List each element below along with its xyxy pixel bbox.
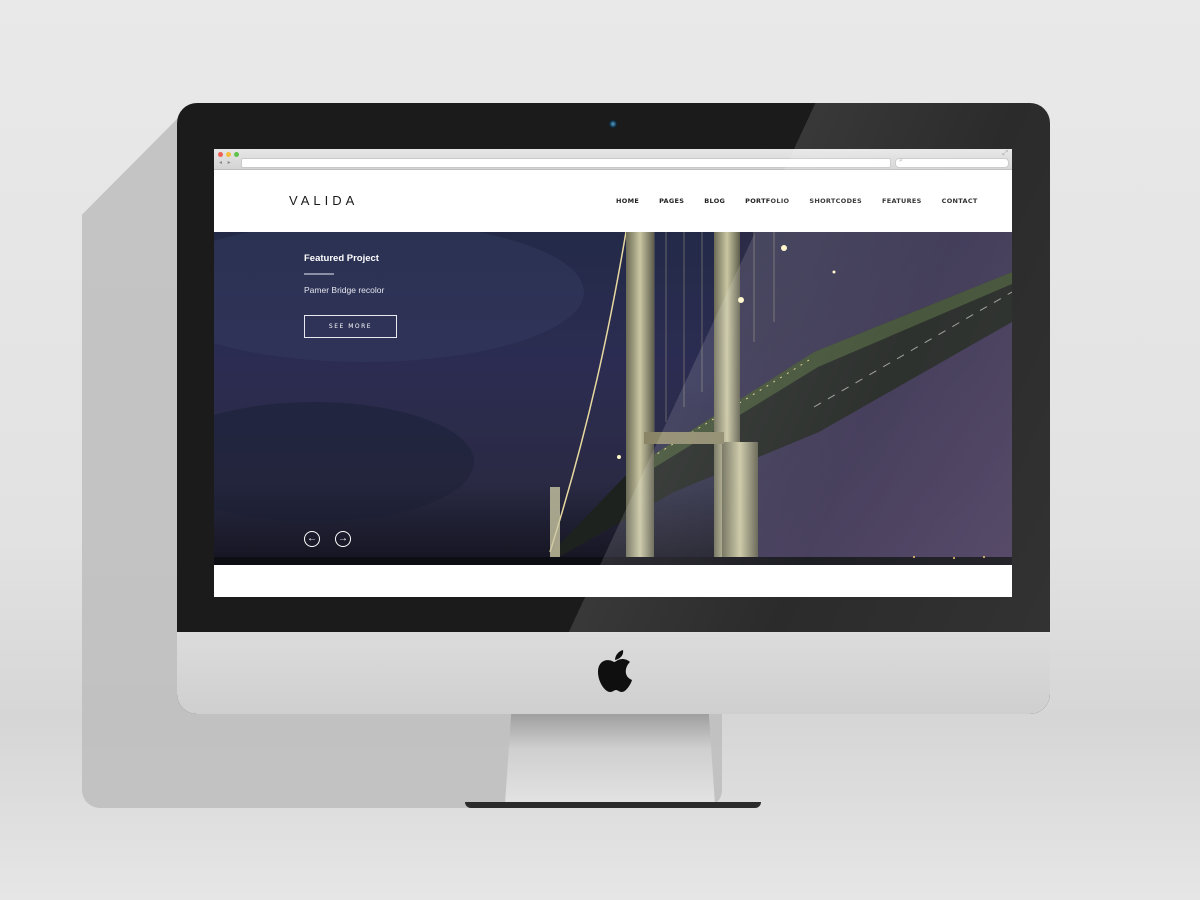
nav-item-portfolio[interactable]: PORTFOLIO: [745, 197, 789, 205]
search-icon: ⌕: [899, 157, 903, 164]
monitor-stand: [505, 712, 715, 804]
browser-toolbar: ◂ ▸ ⌕ ⤢: [214, 149, 1012, 170]
minimize-window-button[interactable]: [226, 152, 231, 157]
nav-item-features[interactable]: FEATURES: [882, 197, 922, 205]
nav-item-blog[interactable]: BLOG: [704, 197, 725, 205]
site-logo[interactable]: VALIDA: [289, 193, 358, 208]
featured-label: Featured Project: [304, 253, 379, 264]
divider: [304, 273, 334, 275]
fullscreen-icon[interactable]: ⤢: [1002, 150, 1008, 158]
main-nav: HOME PAGES BLOG PORTFOLIO SHORTCODES FEA…: [616, 197, 998, 205]
nav-item-home[interactable]: HOME: [616, 197, 639, 205]
imac-monitor: ◂ ▸ ⌕ ⤢ VALIDA HOME PAGES BLOG PORTFOLIO…: [177, 103, 1050, 714]
monitor-stand-base: [465, 802, 761, 808]
apple-logo-icon: [597, 650, 632, 692]
nav-item-contact[interactable]: CONTACT: [942, 197, 978, 205]
site-header: VALIDA HOME PAGES BLOG PORTFOLIO SHORTCO…: [214, 170, 1012, 232]
maximize-window-button[interactable]: [234, 152, 239, 157]
address-bar[interactable]: [241, 158, 891, 168]
monitor-chin: [177, 632, 1050, 714]
hero-slider: Featured Project Pamer Bridge recolor SE…: [214, 232, 1012, 565]
browser-search-input[interactable]: ⌕: [895, 157, 1009, 168]
nav-item-shortcodes[interactable]: SHORTCODES: [809, 197, 862, 205]
back-forward-icon[interactable]: ◂ ▸: [219, 159, 233, 166]
arrow-right-icon[interactable]: →: [335, 531, 351, 547]
browser-window: ◂ ▸ ⌕ ⤢ VALIDA HOME PAGES BLOG PORTFOLIO…: [214, 149, 1012, 597]
nav-item-pages[interactable]: PAGES: [659, 197, 684, 205]
bridge-photo: [214, 232, 1012, 565]
project-title: Pamer Bridge recolor: [304, 285, 385, 295]
see-more-button[interactable]: SEE MORE: [304, 315, 397, 338]
arrow-left-icon[interactable]: ←: [304, 531, 320, 547]
close-window-button[interactable]: [218, 152, 223, 157]
webcam-icon: [609, 120, 617, 128]
